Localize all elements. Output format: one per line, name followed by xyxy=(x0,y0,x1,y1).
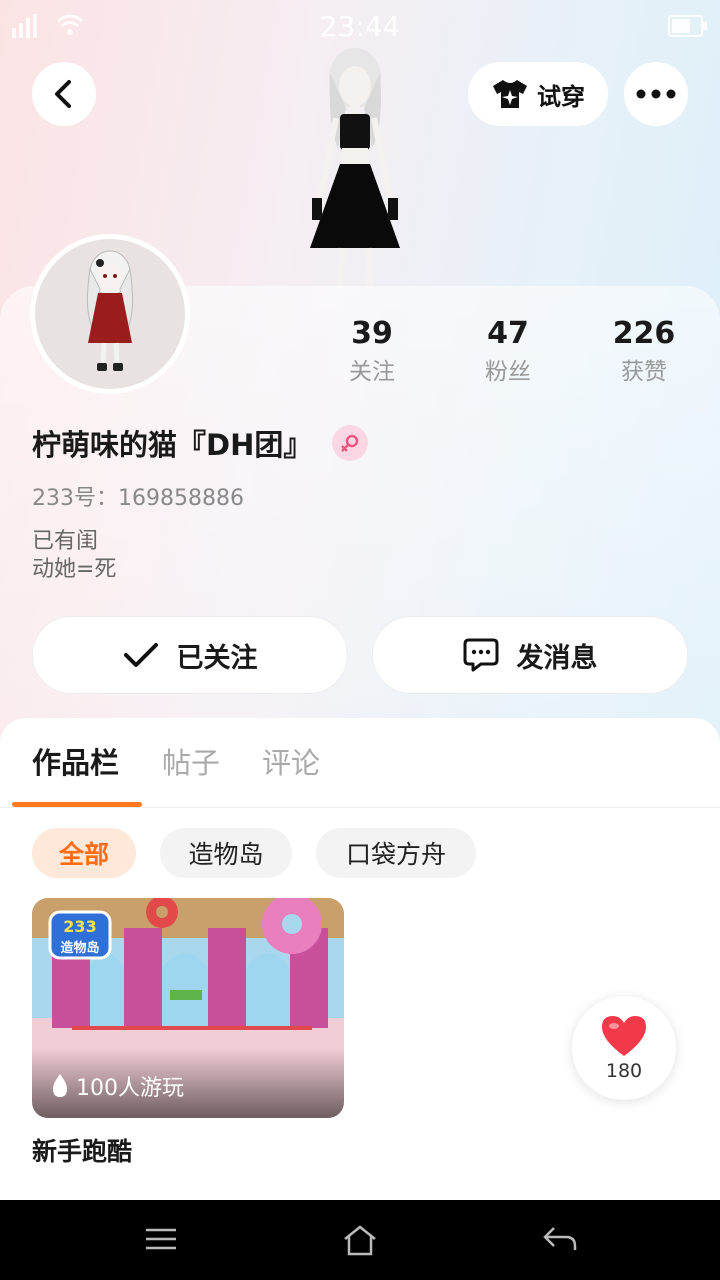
logo-title: 造物岛 xyxy=(60,940,99,956)
follow-label: 已关注 xyxy=(176,642,258,674)
player-count: 100人游玩 xyxy=(50,1070,184,1102)
work-title[interactable]: 新手跑酷 xyxy=(32,1132,132,1168)
navigation-bar xyxy=(0,1200,720,1280)
tshirt-sparkle-icon xyxy=(493,80,527,108)
filter-pocket-ark[interactable]: 口袋方舟 xyxy=(316,828,476,878)
avatar-3d-figure[interactable] xyxy=(290,48,420,288)
try-on-label: 试穿 xyxy=(537,82,585,111)
chat-bubble-icon xyxy=(463,638,498,672)
nickname: 柠萌味的猫『DH团』 xyxy=(32,428,313,462)
bio-line: 动她=死 xyxy=(32,557,117,582)
content-panel: 作品栏 帖子 评论 全部 造物岛 口袋方舟 233 造物岛 100人游玩 新手跑… xyxy=(0,718,720,1200)
chevron-left-icon xyxy=(55,80,71,108)
logo-number: 233 xyxy=(63,917,96,936)
tab-indicator xyxy=(12,802,142,807)
more-button[interactable] xyxy=(624,62,688,126)
checkmark-icon xyxy=(123,643,158,667)
tab-comments[interactable]: 评论 xyxy=(262,740,320,782)
player-count-label: 100人游玩 xyxy=(76,1076,184,1101)
followers-label: 粉丝 xyxy=(485,359,531,385)
avatar-character xyxy=(86,250,134,371)
heart-icon xyxy=(602,1016,646,1056)
user-id: 233号：169858886 xyxy=(32,486,244,511)
tab-bar: 作品栏 帖子 评论 xyxy=(0,718,720,808)
likes-label: 获赞 xyxy=(621,359,667,385)
like-button[interactable]: 180 xyxy=(572,996,676,1100)
creation-island-logo: 233 造物岛 xyxy=(48,910,112,960)
status-bar: 23:44 xyxy=(0,0,720,52)
like-count: 180 xyxy=(605,1060,643,1082)
back-arrow-icon[interactable] xyxy=(542,1224,578,1254)
nickname-row: 柠萌味的猫『DH团』 xyxy=(32,422,369,464)
tab-works[interactable]: 作品栏 xyxy=(32,740,119,782)
message-button[interactable]: 发消息 xyxy=(372,616,688,694)
more-dots-icon xyxy=(636,89,676,99)
follow-button[interactable]: 已关注 xyxy=(32,616,348,694)
back-button[interactable] xyxy=(32,62,96,126)
likes-count: 226 xyxy=(612,316,676,351)
home-icon[interactable] xyxy=(342,1224,378,1256)
flame-icon xyxy=(53,1074,67,1097)
work-card[interactable]: 233 造物岛 100人游玩 xyxy=(32,898,344,1118)
female-icon xyxy=(332,425,369,461)
tab-posts[interactable]: 帖子 xyxy=(162,740,220,782)
following-count: 39 xyxy=(351,316,393,351)
filter-creation-island[interactable]: 造物岛 xyxy=(160,828,292,878)
followers-count: 47 xyxy=(487,316,529,351)
bio-line: 已有闺 xyxy=(32,529,99,554)
menu-icon[interactable] xyxy=(144,1224,178,1254)
following-stat[interactable]: 39 关注 xyxy=(312,314,432,390)
message-label: 发消息 xyxy=(516,642,598,674)
battery-icon xyxy=(668,15,707,37)
filter-all[interactable]: 全部 xyxy=(32,828,136,878)
status-time: 23:44 xyxy=(319,10,401,43)
avatar[interactable] xyxy=(30,234,190,394)
following-label: 关注 xyxy=(349,359,395,385)
bio: 已有闺 动她=死 xyxy=(32,528,116,584)
followers-stat[interactable]: 47 粉丝 xyxy=(448,314,568,390)
likes-stat[interactable]: 226 获赞 xyxy=(584,314,704,390)
try-on-button[interactable]: 试穿 xyxy=(468,62,608,126)
